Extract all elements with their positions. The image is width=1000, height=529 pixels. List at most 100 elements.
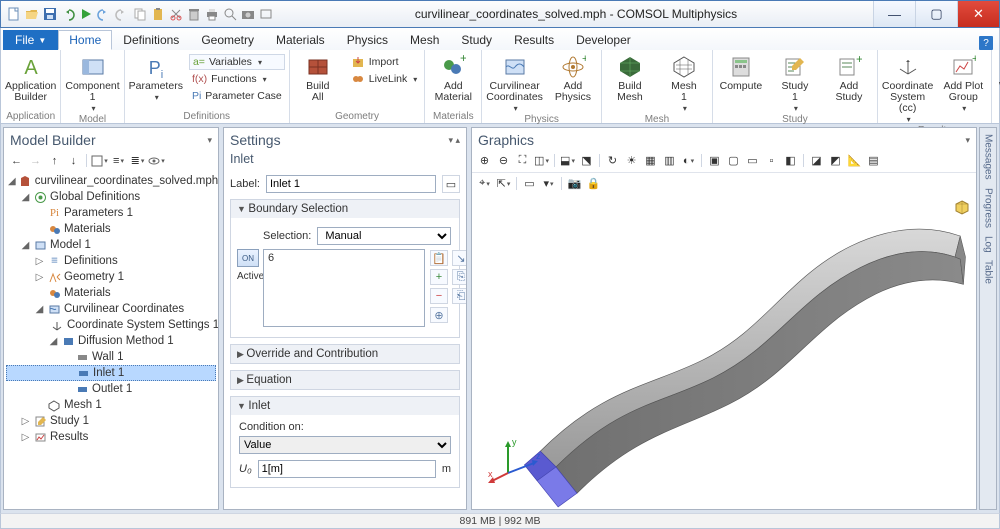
tab-messages[interactable]: Messages: [983, 134, 994, 180]
transparency-icon[interactable]: ▦: [642, 152, 659, 169]
parameters-button[interactable]: PiParameters: [129, 52, 183, 102]
tab-mesh[interactable]: Mesh: [399, 30, 450, 50]
zoom-extents-icon[interactable]: ⛶: [514, 152, 531, 169]
render-icon[interactable]: ▤: [865, 152, 882, 169]
orbit-icon[interactable]: ↻: [604, 152, 621, 169]
tab-definitions[interactable]: Definitions: [112, 30, 190, 50]
paste-icon[interactable]: [151, 7, 165, 21]
go-default-icon[interactable]: ⇱: [495, 175, 512, 192]
label-tag-icon[interactable]: ▭: [442, 175, 460, 193]
light-icon[interactable]: ☀: [623, 152, 640, 169]
up-icon[interactable]: ↑: [46, 152, 63, 169]
parameter-case-button[interactable]: PiParameter Case: [189, 88, 285, 104]
copy-sel-button[interactable]: ⎘: [452, 269, 466, 285]
view-list-icon[interactable]: ▾: [540, 175, 557, 192]
camera-icon[interactable]: [241, 7, 255, 21]
clip-icon[interactable]: ◐: [680, 152, 697, 169]
zoom-box-icon[interactable]: ◫: [533, 152, 550, 169]
compute-button[interactable]: Compute: [717, 52, 765, 92]
tab-materials[interactable]: Materials: [265, 30, 336, 50]
graphics-menu-icon[interactable]: ▾: [965, 135, 970, 146]
u0-input[interactable]: [258, 460, 436, 478]
eye-icon[interactable]: [148, 152, 165, 169]
override-section[interactable]: Override and Contribution: [230, 344, 460, 364]
functions-button[interactable]: f(x)Functions: [189, 71, 285, 87]
selection-list[interactable]: 6 📋 + − ⊕ ↘ ⎘ ⎗: [263, 249, 425, 327]
coordinate-system-button[interactable]: Coordinate System (cc): [882, 52, 933, 124]
view-default-icon[interactable]: ⬔: [578, 152, 595, 169]
add-sel-button[interactable]: +: [430, 269, 448, 285]
sel-edge-icon[interactable]: ▭: [744, 152, 761, 169]
tab-table[interactable]: Table: [983, 260, 994, 284]
study-1-button[interactable]: Study 1: [771, 52, 819, 113]
wireframe-icon[interactable]: ▥: [661, 152, 678, 169]
add-study-button[interactable]: +Add Study: [825, 52, 873, 103]
copy-icon[interactable]: [133, 7, 147, 21]
tab-log[interactable]: Log: [983, 236, 994, 253]
hide-icon[interactable]: ◪: [808, 152, 825, 169]
build-all-button[interactable]: Build All: [294, 52, 342, 103]
active-toggle[interactable]: ON: [237, 249, 259, 267]
down-icon[interactable]: ↓: [65, 152, 82, 169]
sel-point-icon[interactable]: ▫: [763, 152, 780, 169]
component-button[interactable]: Component 1: [65, 52, 119, 113]
zoom-reset-icon[interactable]: ⌖: [476, 175, 493, 192]
open-icon[interactable]: [25, 7, 39, 21]
tab-study[interactable]: Study: [450, 30, 503, 50]
tab-results[interactable]: Results: [503, 30, 565, 50]
windows-button[interactable]: Windows: [996, 52, 1000, 102]
new-icon[interactable]: [7, 7, 21, 21]
zoom-sel-button[interactable]: ↘: [452, 250, 466, 266]
label-input[interactable]: [266, 175, 436, 193]
import-button[interactable]: Import: [348, 54, 421, 70]
equation-section[interactable]: Equation: [230, 370, 460, 390]
toggle-sel-button[interactable]: ⊕: [430, 307, 448, 323]
selection-dropdown[interactable]: Manual: [317, 227, 451, 245]
help-button[interactable]: ?: [979, 36, 993, 50]
graphics-canvas[interactable]: y z x: [472, 194, 976, 509]
remove-sel-button[interactable]: −: [430, 288, 448, 304]
panel-menu-icon[interactable]: ▾: [207, 135, 212, 146]
zoom-in-icon[interactable]: ⊕: [476, 152, 493, 169]
livelink-button[interactable]: LiveLink: [348, 71, 421, 87]
condition-dropdown[interactable]: Value: [239, 436, 451, 454]
save-icon[interactable]: [43, 7, 57, 21]
build-mesh-button[interactable]: Build Mesh: [606, 52, 654, 103]
add-plot-group-button[interactable]: +Add Plot Group: [939, 52, 987, 113]
sel-domain-icon[interactable]: ▣: [706, 152, 723, 169]
forward-icon[interactable]: →: [27, 152, 44, 169]
cut-icon[interactable]: [169, 7, 183, 21]
measure-icon[interactable]: 📐: [846, 152, 863, 169]
collapse-icon[interactable]: ≡: [110, 152, 127, 169]
lock-icon[interactable]: 🔒: [585, 175, 602, 192]
undo-icon[interactable]: [61, 7, 75, 21]
mesh-1-button[interactable]: Mesh 1: [660, 52, 708, 113]
close-button[interactable]: ✕: [957, 1, 999, 27]
run-icon[interactable]: [79, 7, 93, 21]
panel-pin-icon[interactable]: ▾ ▴: [448, 135, 460, 146]
tab-geometry[interactable]: Geometry: [190, 30, 265, 50]
variables-button[interactable]: a=Variables: [189, 54, 285, 70]
tree-node-inlet-1[interactable]: Inlet 1: [6, 365, 216, 381]
zoom-out-icon[interactable]: ⊖: [495, 152, 512, 169]
delete-icon[interactable]: [187, 7, 201, 21]
find-icon[interactable]: [223, 7, 237, 21]
expand-icon[interactable]: [91, 152, 108, 169]
list-icon[interactable]: ≣: [129, 152, 146, 169]
tab-home[interactable]: Home: [58, 30, 112, 50]
paste-sel-button[interactable]: 📋: [430, 250, 448, 266]
application-builder-button[interactable]: AApplication Builder: [5, 52, 56, 103]
model-tree[interactable]: ◢curvilinear_coordinates_solved.mph ◢Glo…: [4, 171, 218, 509]
tab-physics[interactable]: Physics: [336, 30, 399, 50]
show-icon[interactable]: ◩: [827, 152, 844, 169]
redo-icon[interactable]: [97, 7, 111, 21]
print-icon[interactable]: [205, 7, 219, 21]
back-icon[interactable]: ←: [8, 152, 25, 169]
tab-progress[interactable]: Progress: [983, 188, 994, 228]
file-tab[interactable]: File▼: [3, 30, 58, 50]
rect-sel-icon[interactable]: ▭: [521, 175, 538, 192]
sel-boundary-icon[interactable]: ▢: [725, 152, 742, 169]
view-cube-icon[interactable]: [954, 200, 970, 216]
view-xy-icon[interactable]: ⬓: [559, 152, 576, 169]
redo2-icon[interactable]: [115, 7, 129, 21]
